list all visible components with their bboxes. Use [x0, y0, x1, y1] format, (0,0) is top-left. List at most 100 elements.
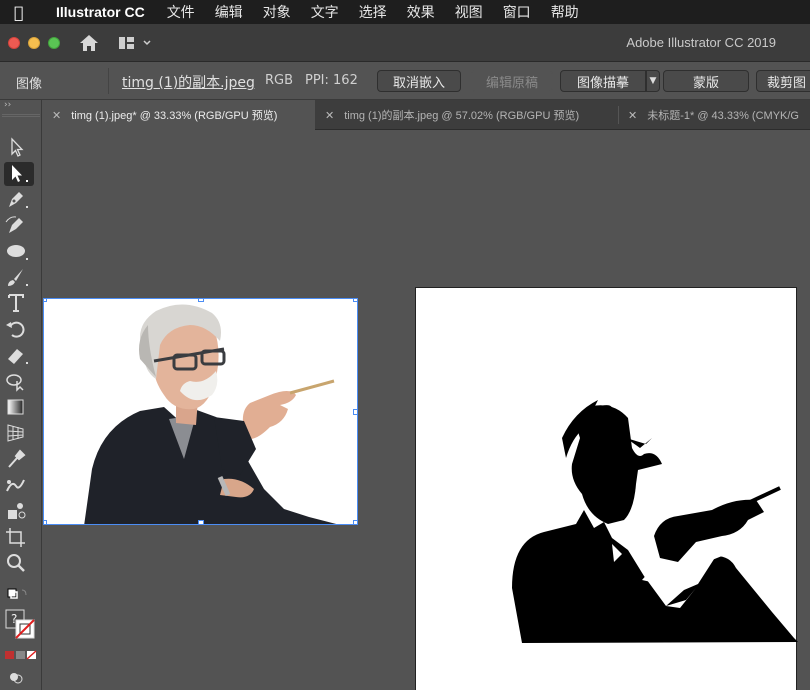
perspective-grid-icon: [7, 424, 24, 442]
paintbrush-icon: [8, 269, 28, 286]
placed-image[interactable]: [43, 298, 358, 525]
image-trace-button[interactable]: 图像描摹: [560, 70, 646, 92]
artboard-tool[interactable]: [4, 526, 34, 550]
color-mode-label: RGB: [265, 73, 294, 88]
shape-builder-icon: [6, 374, 24, 392]
symbol-sprayer-tool[interactable]: [4, 500, 34, 524]
control-bar: 图像 timg (1)的副本.jpeg RGB PPI: 162 取消嵌入 编辑…: [0, 62, 810, 100]
artboard-icon: [6, 528, 25, 547]
color-mode-buttons[interactable]: [4, 646, 37, 660]
collapse-panel-icon[interactable]: ››: [4, 100, 11, 110]
zoom-icon: [7, 554, 25, 572]
apple-icon[interactable]: : [14, 3, 42, 22]
chevron-down-icon: ▼: [649, 76, 657, 86]
canvas-area[interactable]: [42, 131, 810, 690]
resize-handle-t[interactable]: [198, 299, 204, 302]
paintbrush-tool[interactable]: [4, 266, 34, 290]
zoom-tool[interactable]: [4, 552, 34, 576]
object-type-label: 图像: [16, 77, 43, 92]
eyedropper-icon: [8, 449, 26, 468]
ellipse-icon: [7, 245, 28, 260]
divider: [108, 68, 109, 94]
close-tab-icon[interactable]: ✕: [628, 109, 637, 122]
puppet-warp-tool[interactable]: [4, 474, 34, 498]
menu-object[interactable]: 对象: [263, 2, 291, 22]
edit-original-button[interactable]: 编辑原稿: [471, 70, 553, 92]
zoom-window-button[interactable]: [48, 37, 60, 49]
unembed-button[interactable]: 取消嵌入: [377, 70, 461, 92]
tools-panel: ›› ?: [0, 100, 42, 690]
resize-handle-tl[interactable]: [44, 299, 47, 302]
resize-handle-r[interactable]: [353, 409, 357, 415]
selection-tool[interactable]: [4, 136, 34, 160]
draw-normal-icon: [10, 673, 23, 684]
menubar:  Illustrator CC 文件 编辑 对象 文字 选择 效果 视图 窗口…: [0, 0, 810, 24]
type-tool[interactable]: [4, 292, 34, 316]
close-window-button[interactable]: [8, 37, 20, 49]
traced-silhouette-image: [512, 400, 798, 643]
artboard[interactable]: [415, 287, 798, 690]
minimize-window-button[interactable]: [28, 37, 40, 49]
crop-image-button[interactable]: 裁剪图: [756, 70, 810, 92]
panel-grip[interactable]: [2, 114, 40, 117]
fill-stroke-swatches[interactable]: ?: [4, 608, 35, 642]
menu-help[interactable]: 帮助: [551, 2, 579, 22]
ppi-label: PPI: 162: [305, 73, 358, 88]
home-icon[interactable]: [78, 33, 100, 53]
menu-file[interactable]: 文件: [167, 2, 195, 22]
direct-selection-tool[interactable]: [4, 162, 34, 186]
mask-button[interactable]: 蒙版: [663, 70, 749, 92]
menu-edit[interactable]: 编辑: [215, 2, 243, 22]
fill-stroke-icon: ?: [5, 609, 35, 639]
app-menu[interactable]: Illustrator CC: [56, 4, 145, 20]
close-tab-icon[interactable]: ✕: [325, 109, 334, 122]
eraser-tool[interactable]: [4, 344, 34, 368]
symbol-sprayer-icon: [8, 503, 26, 519]
tab-label: timg (1)的副本.jpeg @ 57.02% (RGB/GPU 预览): [344, 110, 580, 122]
perspective-grid-tool[interactable]: [4, 422, 34, 446]
linked-file-name[interactable]: timg (1)的副本.jpeg: [122, 72, 255, 92]
puppet-warp-icon: [6, 479, 25, 492]
title-bar: Adobe Illustrator CC 2019: [0, 24, 810, 62]
image-trace-dropdown[interactable]: ▼: [646, 70, 660, 92]
illustrator-window:  Illustrator CC 文件 编辑 对象 文字 选择 效果 视图 窗口…: [0, 0, 810, 690]
menu-view[interactable]: 视图: [455, 2, 483, 22]
app-title: Adobe Illustrator CC 2019: [626, 35, 776, 50]
tab-label: 未标题-1* @ 43.33% (CMYK/G: [647, 110, 799, 122]
rotate-tool[interactable]: [4, 318, 34, 342]
resize-handle-b[interactable]: [198, 520, 204, 524]
menu-effect[interactable]: 效果: [407, 2, 435, 22]
curvature-tool[interactable]: [4, 214, 34, 238]
swap-fill-stroke[interactable]: [4, 584, 34, 602]
rotate-icon: [6, 321, 25, 338]
resize-handle-bl[interactable]: [44, 520, 47, 524]
resize-handle-tr[interactable]: [353, 299, 357, 302]
man-portrait-image: [84, 304, 337, 524]
menu-select[interactable]: 选择: [359, 2, 387, 22]
direct-selection-arrow-icon: [12, 165, 28, 182]
pen-icon: [9, 192, 28, 208]
resize-handle-br[interactable]: [353, 520, 357, 524]
document-tabs: ✕ timg (1).jpeg* @ 33.33% (RGB/GPU 预览) ✕…: [42, 100, 810, 130]
menu-type[interactable]: 文字: [311, 2, 339, 22]
selection-arrow-icon: [11, 137, 24, 157]
ellipse-tool[interactable]: [4, 240, 34, 264]
close-tab-icon[interactable]: ✕: [52, 109, 61, 122]
shape-builder-tool[interactable]: [4, 370, 34, 394]
gradient-tool[interactable]: [4, 396, 34, 420]
color-none-gradient-icon: [5, 650, 37, 660]
tab-untitled-1[interactable]: ✕ 未标题-1* @ 43.33% (CMYK/G: [618, 100, 810, 130]
pen-tool[interactable]: [4, 188, 34, 212]
eyedropper-tool[interactable]: [4, 448, 34, 472]
tab-timg-jpeg[interactable]: ✕ timg (1).jpeg* @ 33.33% (RGB/GPU 预览): [42, 100, 315, 130]
default-colors-icon: [7, 588, 27, 599]
workspace-switcher-icon[interactable]: [118, 34, 152, 52]
type-icon: [8, 294, 24, 312]
tab-timg-copy-jpeg[interactable]: ✕ timg (1)的副本.jpeg @ 57.02% (RGB/GPU 预览): [315, 100, 618, 130]
drawing-modes[interactable]: [4, 666, 34, 684]
menu-window[interactable]: 窗口: [503, 2, 531, 22]
gradient-icon: [7, 399, 24, 415]
tab-label: timg (1).jpeg* @ 33.33% (RGB/GPU 预览): [71, 110, 278, 122]
curvature-pen-icon: [5, 216, 23, 233]
eraser-icon: [8, 349, 28, 364]
